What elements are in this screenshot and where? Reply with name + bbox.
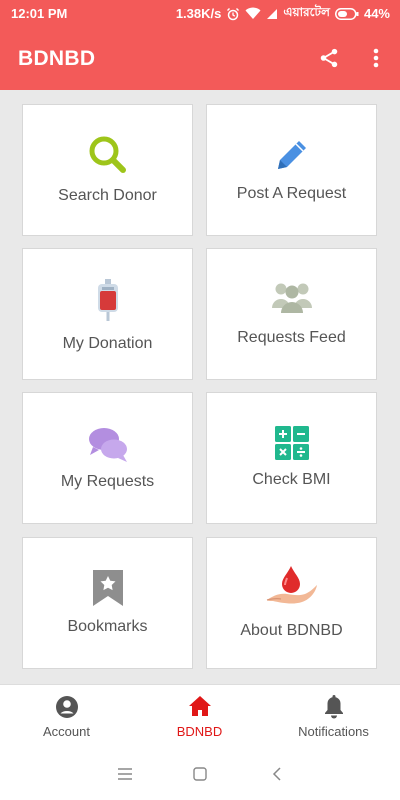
recents-button[interactable] bbox=[115, 764, 135, 784]
tile-check-bmi[interactable]: Check BMI bbox=[206, 392, 377, 524]
tile-my-donation[interactable]: My Donation bbox=[22, 248, 193, 380]
back-button[interactable] bbox=[267, 764, 287, 784]
app-title: BDNBD bbox=[18, 47, 96, 70]
app-bar: BDNBD bbox=[0, 27, 400, 90]
tile-bookmarks[interactable]: Bookmarks bbox=[22, 537, 193, 669]
tile-label: Bookmarks bbox=[67, 618, 148, 635]
chevron-left-icon bbox=[272, 767, 281, 781]
tile-label: My Donation bbox=[62, 335, 153, 352]
search-icon bbox=[23, 133, 192, 177]
signal-icon bbox=[266, 8, 278, 20]
tile-requests-feed[interactable]: Requests Feed bbox=[206, 248, 377, 380]
home-system-button[interactable] bbox=[190, 764, 210, 784]
system-navigation-bar bbox=[0, 746, 400, 800]
calculator-icon bbox=[207, 421, 376, 465]
tile-search-donor[interactable]: Search Donor bbox=[22, 104, 193, 236]
tile-label: Search Donor bbox=[58, 187, 157, 204]
nav-label: Notifications bbox=[298, 724, 369, 739]
network-speed: 1.38K/s bbox=[175, 6, 222, 21]
blood-drop-hand-icon bbox=[207, 564, 376, 608]
nav-label: BDNBD bbox=[176, 724, 223, 739]
battery-percent: 44% bbox=[363, 6, 390, 21]
status-indicators: 1.38K/s এয়ারটেল 44% bbox=[176, 4, 390, 23]
blood-bag-icon bbox=[23, 279, 192, 323]
tile-label: Requests Feed bbox=[237, 329, 346, 346]
home-icon bbox=[133, 695, 266, 717]
tile-label: My Requests bbox=[60, 473, 155, 490]
nav-home[interactable]: BDNBD bbox=[133, 685, 266, 747]
more-options-button[interactable] bbox=[361, 43, 391, 73]
nav-notifications[interactable]: Notifications bbox=[267, 685, 400, 747]
status-bar: 12:01 PM 1.38K/s এয়ারটেল 44% bbox=[0, 0, 400, 27]
tile-my-requests[interactable]: My Requests bbox=[22, 392, 193, 524]
square-icon bbox=[193, 767, 207, 781]
bell-icon bbox=[267, 695, 400, 719]
group-icon bbox=[207, 275, 376, 319]
nav-account[interactable]: Account bbox=[0, 685, 133, 747]
bottom-navigation: Account BDNBD Notifications bbox=[0, 684, 400, 746]
menu-icon bbox=[118, 768, 132, 780]
tile-post-request[interactable]: Post A Request bbox=[206, 104, 377, 236]
carrier-name: এয়ারটেল bbox=[283, 4, 330, 19]
tile-label: Post A Request bbox=[236, 185, 347, 202]
nav-label: Account bbox=[43, 724, 90, 739]
alarm-icon bbox=[226, 7, 240, 21]
more-vert-icon bbox=[373, 48, 379, 68]
dashboard-grid: Search Donor Post A Request My Donation … bbox=[0, 90, 400, 684]
share-button[interactable] bbox=[314, 43, 344, 73]
chat-bubbles-icon bbox=[23, 423, 192, 467]
account-circle-icon bbox=[0, 695, 133, 719]
pencil-icon bbox=[207, 133, 376, 177]
battery-icon bbox=[334, 7, 359, 20]
tile-label: About BDNBD bbox=[240, 622, 343, 639]
wifi-icon bbox=[245, 7, 261, 20]
tile-label: Check BMI bbox=[252, 471, 331, 488]
tile-about[interactable]: About BDNBD bbox=[206, 537, 377, 669]
bookmark-icon bbox=[23, 566, 192, 610]
status-time: 12:01 PM bbox=[11, 6, 68, 21]
share-icon bbox=[320, 48, 338, 68]
